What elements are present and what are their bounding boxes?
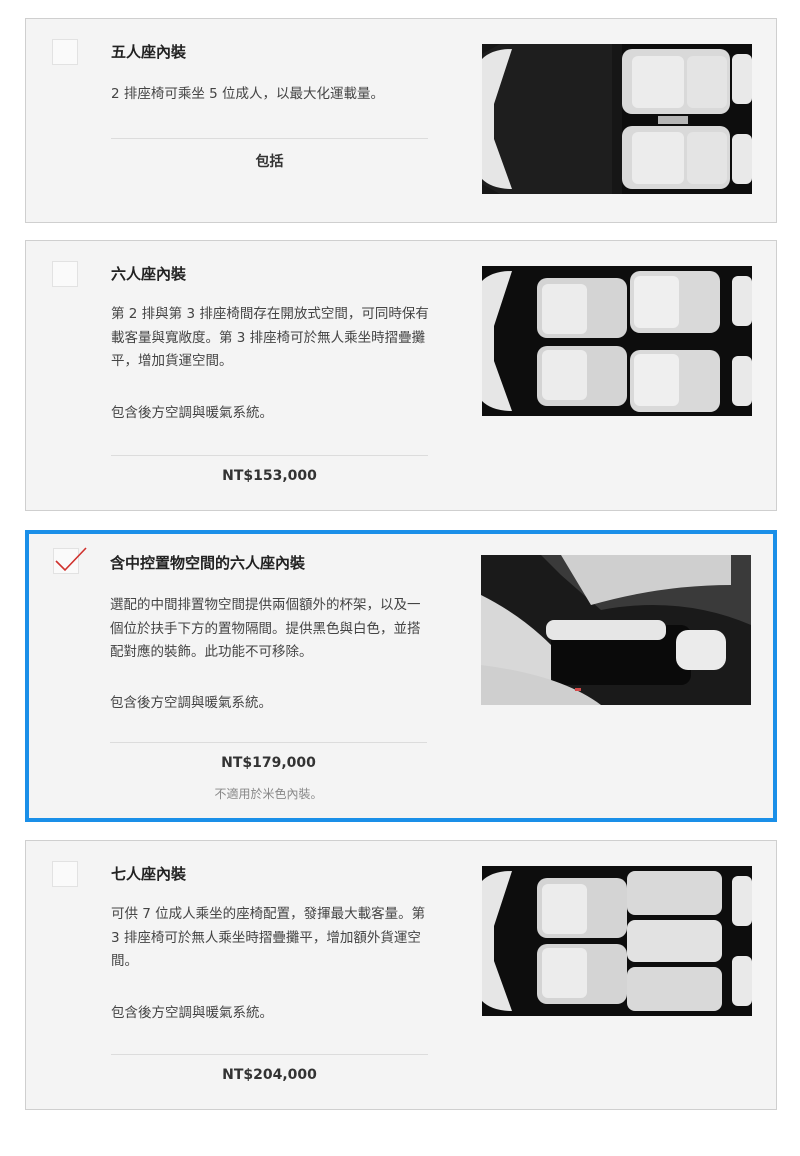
option-price: NT$179,000 bbox=[221, 755, 316, 771]
option-card-six-seat[interactable]: 六人座內裝 第 2 排與第 3 排座椅間存在開放式空間，可同時保有載客量與寬敞度… bbox=[25, 240, 777, 511]
option-divider bbox=[111, 138, 428, 139]
option-note: 包含後方空調與暖氣系統。 bbox=[111, 405, 273, 421]
option-title: 含中控置物空間的六人座內裝 bbox=[110, 554, 306, 572]
option-price: NT$204,000 bbox=[222, 1067, 317, 1083]
five-seat-interior-image bbox=[482, 44, 752, 194]
option-price: NT$153,000 bbox=[222, 468, 317, 484]
option-title: 五人座內裝 bbox=[111, 43, 187, 61]
six-seat-interior-image bbox=[482, 266, 752, 416]
option-card-five-seat[interactable]: 五人座內裝 2 排座椅可乘坐 5 位成人，以最大化運載量。 包括 bbox=[25, 18, 777, 223]
option-divider bbox=[111, 455, 428, 456]
checkmark-icon bbox=[55, 547, 87, 572]
center-console-image bbox=[481, 555, 751, 705]
option-description: 選配的中間排置物空間提供兩個額外的杯架，以及一個位於扶手下方的置物隔間。提供黑色… bbox=[110, 597, 421, 660]
option-checkbox[interactable] bbox=[52, 861, 78, 887]
option-note: 包含後方空調與暖氣系統。 bbox=[110, 695, 272, 711]
option-card-seven-seat[interactable]: 七人座內裝 可供 7 位成人乘坐的座椅配置，發揮最大載客量。第 3 排座椅可於無… bbox=[25, 840, 777, 1110]
option-availability-note: 不適用於米色內裝。 bbox=[214, 787, 323, 801]
option-description: 可供 7 位成人乘坐的座椅配置，發揮最大載客量。第 3 排座椅可於無人乘坐時摺疊… bbox=[111, 906, 426, 969]
option-title: 六人座內裝 bbox=[111, 265, 187, 283]
option-price: 包括 bbox=[255, 154, 284, 170]
option-description: 2 排座椅可乘坐 5 位成人，以最大化運載量。 bbox=[111, 86, 385, 102]
option-note: 包含後方空調與暖氣系統。 bbox=[111, 1005, 273, 1021]
option-divider bbox=[111, 1054, 428, 1055]
option-checkbox-checked[interactable] bbox=[53, 547, 87, 574]
option-card-six-seat-console[interactable]: 含中控置物空間的六人座內裝 選配的中間排置物空間提供兩個額外的杯架，以及一個位於… bbox=[25, 530, 777, 822]
option-checkbox[interactable] bbox=[52, 39, 78, 65]
option-divider bbox=[110, 742, 427, 743]
option-title: 七人座內裝 bbox=[111, 865, 187, 883]
option-checkbox[interactable] bbox=[52, 261, 78, 287]
seven-seat-interior-image bbox=[482, 866, 752, 1016]
option-description: 第 2 排與第 3 排座椅間存在開放式空間，可同時保有載客量與寬敞度。第 3 排… bbox=[111, 306, 429, 369]
